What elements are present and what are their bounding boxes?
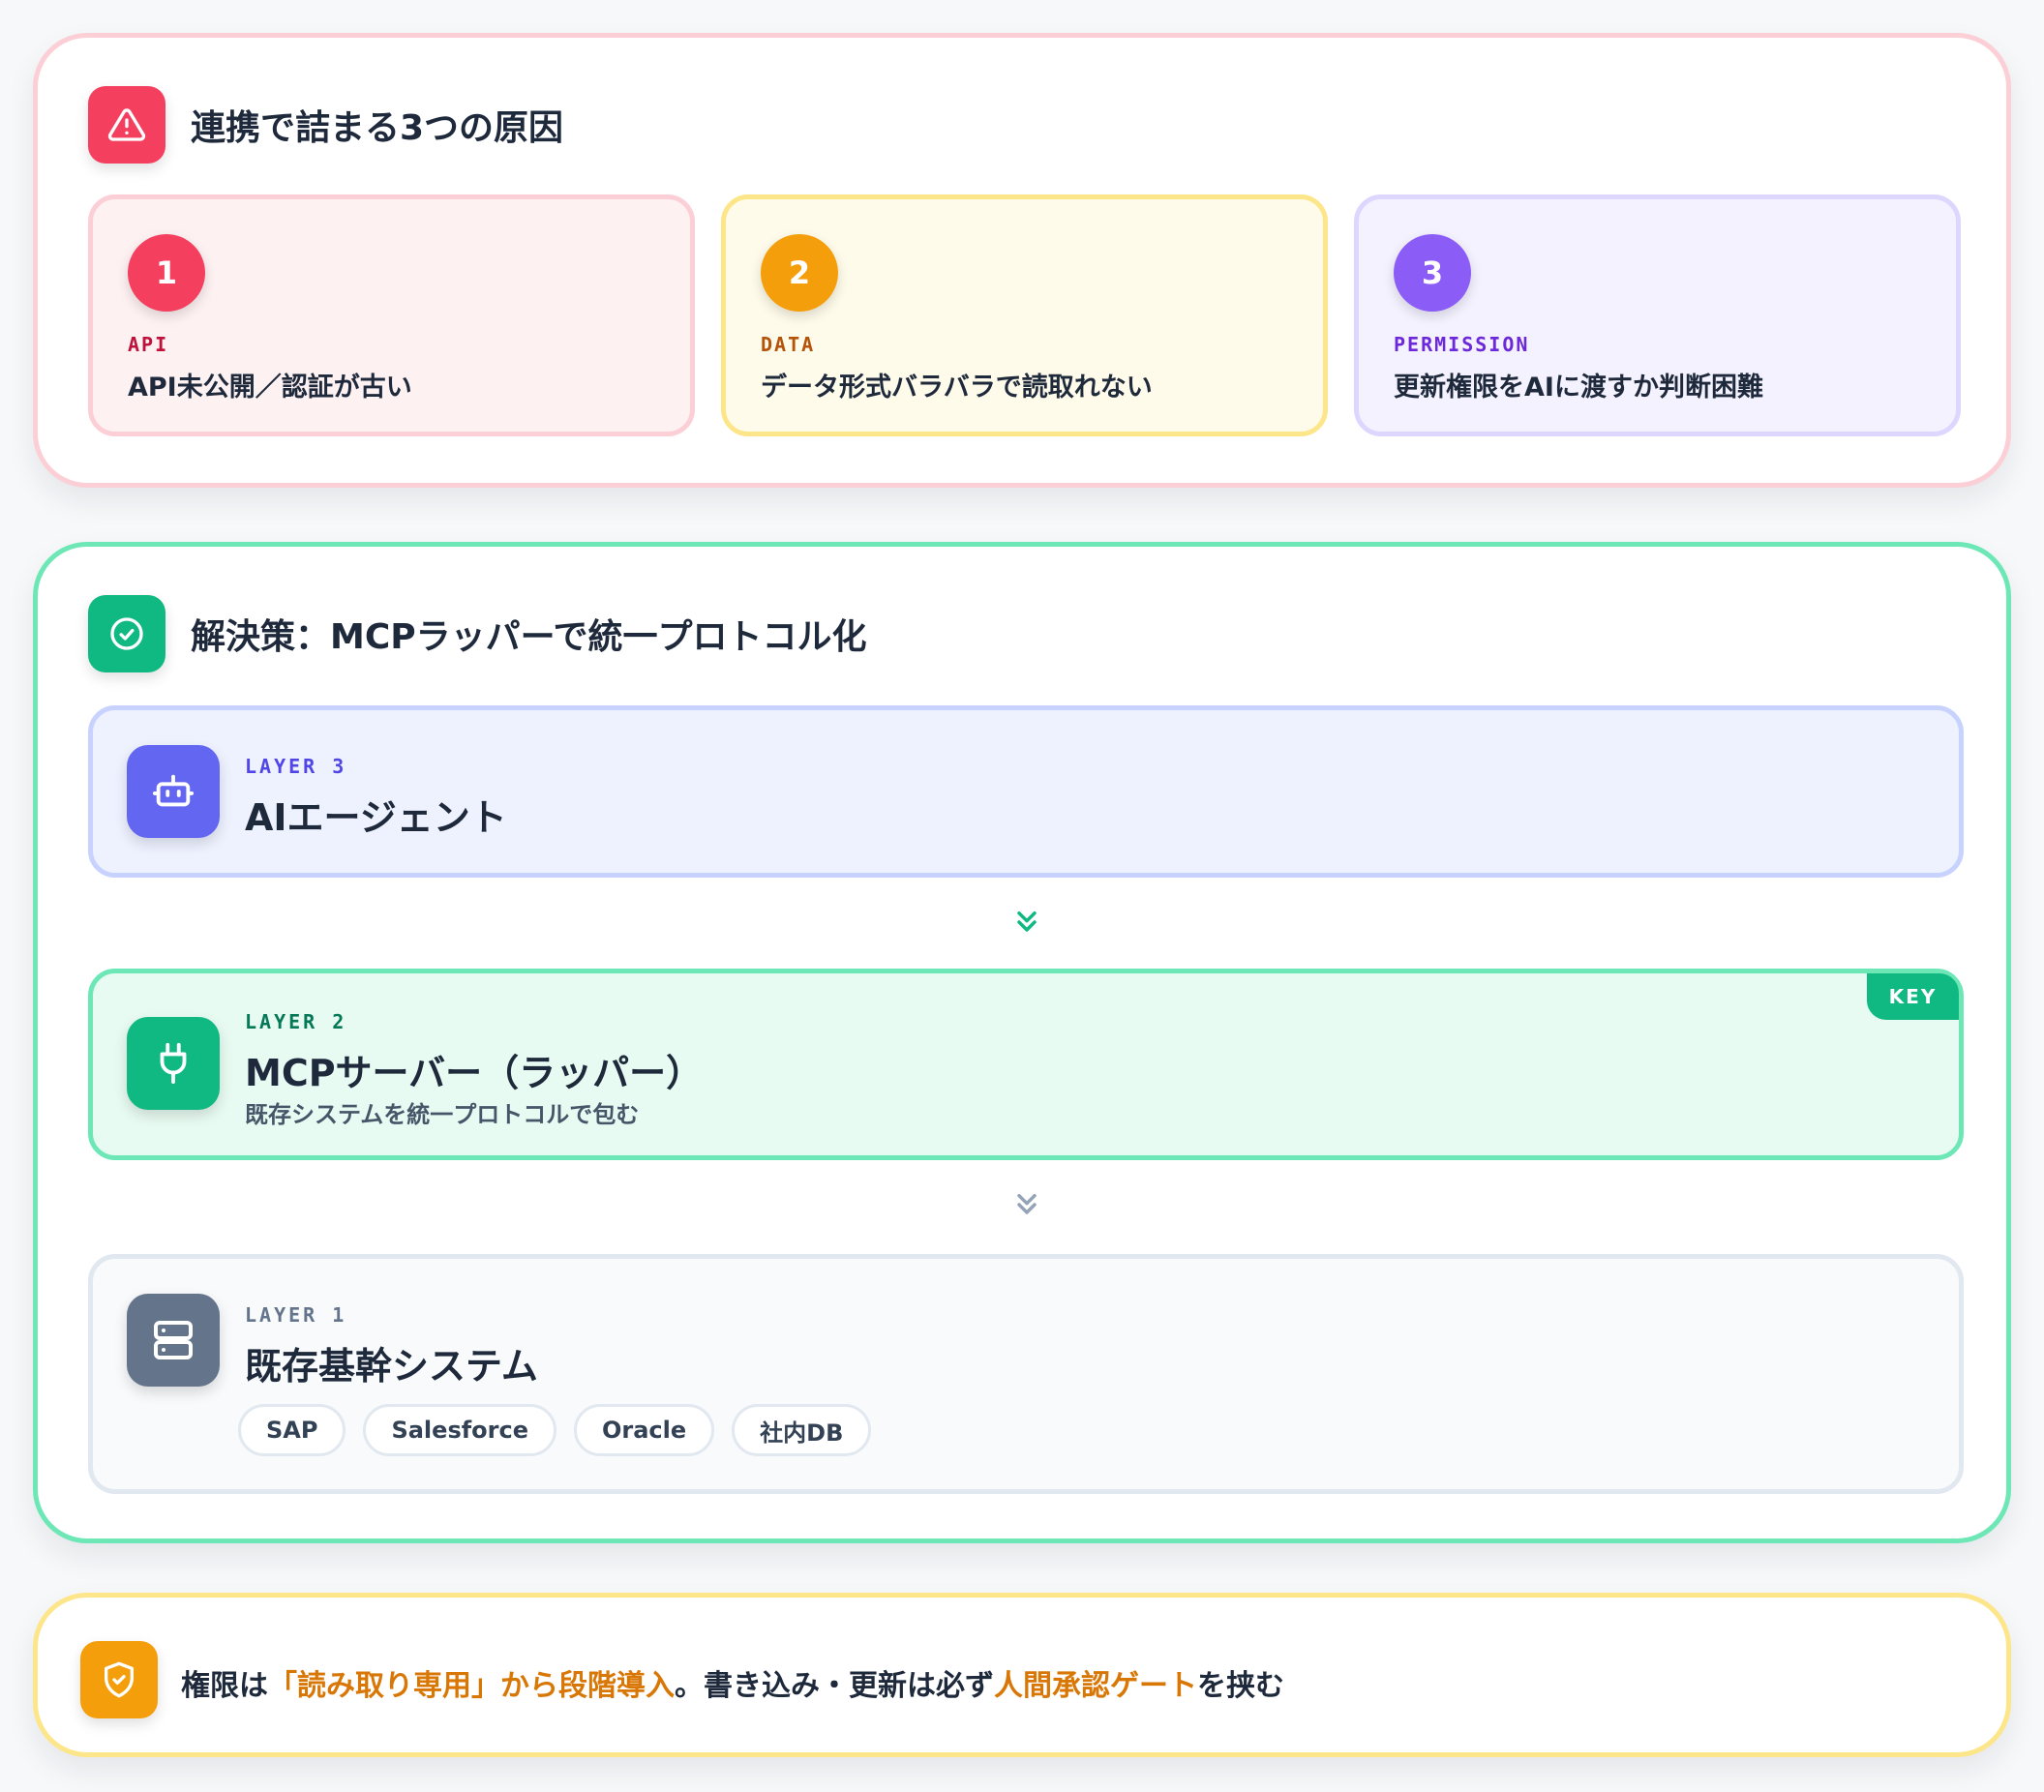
layer-title: 既存基幹システム — [245, 1345, 538, 1388]
cause-tag: PERMISSION — [1394, 333, 1530, 356]
server-icon — [127, 1294, 220, 1387]
layer-subtitle: 既存システムを統一プロトコルで包む — [245, 1101, 640, 1128]
cause-number-badge: 3 — [1394, 234, 1471, 312]
warning-icon — [88, 86, 165, 164]
robot-icon — [127, 745, 220, 838]
causes-title: 連携で詰まる3つの原因 — [191, 108, 564, 148]
permission-note-text: 権限は「読み取り専用」から段階導入。書き込み・更新は必ず人間承認ゲートを挟む — [181, 1661, 1284, 1704]
note-highlight: 「読み取り専用」から段階導入 — [268, 1669, 675, 1703]
note-highlight: 人間承認ゲート — [994, 1669, 1197, 1703]
cause-text: データ形式バラバラで読取れない — [761, 373, 1153, 403]
cause-number-badge: 2 — [761, 234, 838, 312]
permission-note-panel: 権限は「読み取り専用」から段階導入。書き込み・更新は必ず人間承認ゲートを挟む — [33, 1593, 2011, 1757]
cause-number-badge: 1 — [128, 234, 205, 312]
layer-mcp-server: KEY LAYER 2 MCPサーバー（ラッパー） 既存システムを統一プロトコル… — [88, 969, 1964, 1160]
cause-text: API未公開／認証が古い — [128, 373, 412, 403]
shield-check-icon — [80, 1641, 158, 1718]
chevrons-down-icon — [1017, 911, 1037, 932]
layer-ai-agent: LAYER 3 AIエージェント — [88, 705, 1964, 878]
cause-card-data: 2 DATA データ形式バラバラで読取れない — [721, 194, 1328, 436]
layer-title: AIエージェント — [245, 796, 507, 839]
solution-header: 解決策：MCPラッパーで統一プロトコル化 — [88, 595, 866, 672]
system-chip-list: SAP Salesforce Oracle 社内DB — [238, 1404, 872, 1456]
layer-tag: LAYER 2 — [245, 1010, 347, 1033]
cause-text: 更新権限をAIに渡すか判断困難 — [1394, 373, 1763, 403]
key-badge: KEY — [1867, 973, 1959, 1020]
plug-icon — [127, 1017, 220, 1110]
check-circle-icon — [88, 595, 165, 672]
chevrons-down-icon — [1017, 1193, 1037, 1214]
causes-header: 連携で詰まる3つの原因 — [88, 86, 563, 164]
solution-title: 解決策：MCPラッパーで統一プロトコル化 — [191, 617, 867, 657]
cause-tag: API — [128, 333, 169, 356]
layer-tag: LAYER 1 — [245, 1303, 347, 1327]
system-chip-internal-db: 社内DB — [732, 1404, 872, 1456]
system-chip-sap: SAP — [238, 1404, 346, 1456]
system-chip-salesforce: Salesforce — [363, 1404, 556, 1456]
system-chip-oracle: Oracle — [574, 1404, 715, 1456]
note-part: 。書き込み・更新は必ず — [675, 1669, 994, 1703]
note-part: 権限は — [181, 1669, 268, 1703]
layer-tag: LAYER 3 — [245, 755, 347, 778]
layer-legacy-systems: LAYER 1 既存基幹システム SAP Salesforce Oracle 社… — [88, 1254, 1964, 1494]
solution-panel: 解決策：MCPラッパーで統一プロトコル化 LAYER 3 AIエージェント KE… — [33, 542, 2011, 1543]
layer-title: MCPサーバー（ラッパー） — [245, 1052, 704, 1094]
causes-panel: 連携で詰まる3つの原因 1 API API未公開／認証が古い 2 DATA デー… — [33, 33, 2011, 488]
cause-card-permission: 3 PERMISSION 更新権限をAIに渡すか判断困難 — [1354, 194, 1961, 436]
cause-tag: DATA — [761, 333, 816, 356]
cause-card-list: 1 API API未公開／認証が古い 2 DATA データ形式バラバラで読取れな… — [88, 194, 1961, 436]
cause-card-api: 1 API API未公開／認証が古い — [88, 194, 695, 436]
note-part: を挟む — [1197, 1669, 1284, 1703]
